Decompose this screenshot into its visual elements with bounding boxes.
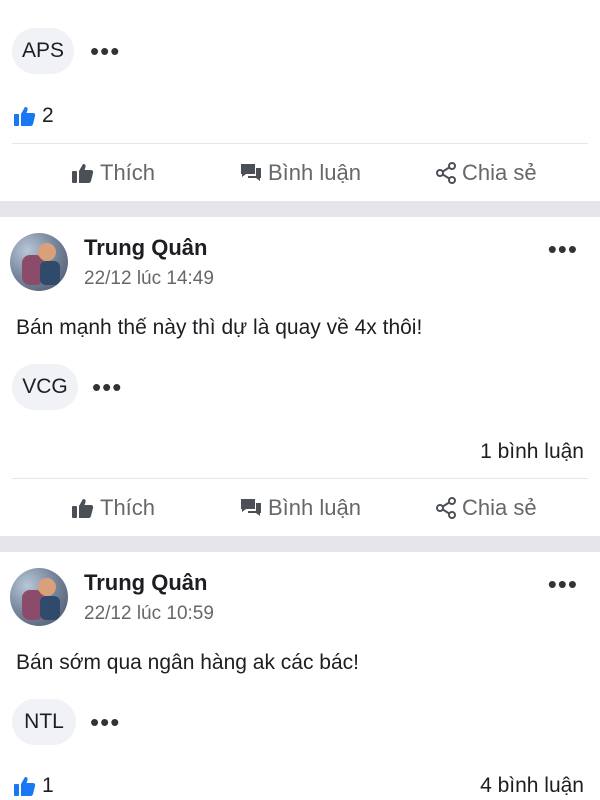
like-button-label: Thích <box>100 495 156 520</box>
stock-tag-label: NTL <box>24 710 64 733</box>
thumbs-up-icon <box>14 107 36 126</box>
like-button[interactable]: Thích <box>72 160 155 186</box>
comment-button-label: Bình luận <box>268 160 361 185</box>
post-separator <box>0 201 600 217</box>
divider <box>12 143 588 144</box>
post-timestamp[interactable]: 22/12 lúc 14:49 <box>84 268 214 290</box>
comment-icon <box>241 164 261 181</box>
share-button[interactable]: Chia sẻ <box>436 495 537 521</box>
like-count-value: 1 <box>42 774 54 797</box>
divider <box>12 478 588 479</box>
thumbs-up-icon <box>72 164 94 183</box>
like-button[interactable]: Thích <box>72 495 155 521</box>
comment-count[interactable]: 1 bình luận <box>480 440 584 464</box>
like-summary[interactable]: 2 <box>14 104 54 128</box>
share-button-label: Chia sẻ <box>462 495 537 520</box>
tag-more-icon[interactable]: ••• <box>90 38 120 64</box>
stock-tag-vcg[interactable]: VCG <box>12 364 78 410</box>
author-name[interactable]: Trung Quân <box>84 570 207 596</box>
share-icon <box>436 162 456 184</box>
comment-button-label: Bình luận <box>268 495 361 520</box>
tag-more-icon[interactable]: ••• <box>90 709 120 735</box>
like-summary[interactable]: 1 <box>14 774 54 798</box>
post-separator <box>0 536 600 552</box>
author-name[interactable]: Trung Quân <box>84 235 207 261</box>
post-text: Bán sớm qua ngân hàng ak các bác! <box>16 651 359 674</box>
thumbs-up-icon <box>14 777 36 796</box>
stock-tag-label: APS <box>21 39 65 62</box>
action-bar: Thích Bình luận Chia sẻ <box>0 145 600 201</box>
comment-button[interactable]: Bình luận <box>240 495 361 521</box>
thumbs-up-icon <box>72 499 94 518</box>
like-count-value: 2 <box>42 104 54 127</box>
comment-icon <box>241 499 261 516</box>
share-button-label: Chia sẻ <box>462 160 537 185</box>
like-button-label: Thích <box>100 160 156 185</box>
avatar[interactable] <box>10 568 68 626</box>
post-timestamp[interactable]: 22/12 lúc 10:59 <box>84 603 214 625</box>
post-options-icon[interactable]: ••• <box>548 571 578 597</box>
stock-tag-ntl[interactable]: NTL <box>12 699 76 745</box>
tag-more-icon[interactable]: ••• <box>92 374 122 400</box>
avatar[interactable] <box>10 233 68 291</box>
stock-tag-aps[interactable]: APS <box>12 28 74 74</box>
post-options-icon[interactable]: ••• <box>548 236 578 262</box>
comment-count[interactable]: 4 bình luận <box>480 774 584 798</box>
share-button[interactable]: Chia sẻ <box>436 160 537 186</box>
share-icon <box>436 497 456 519</box>
post-text: Bán mạnh thế này thì dự là quay về 4x th… <box>16 316 423 339</box>
comment-button[interactable]: Bình luận <box>240 160 361 186</box>
action-bar: Thích Bình luận Chia sẻ <box>0 480 600 536</box>
stock-tag-label: VCG <box>22 375 68 398</box>
